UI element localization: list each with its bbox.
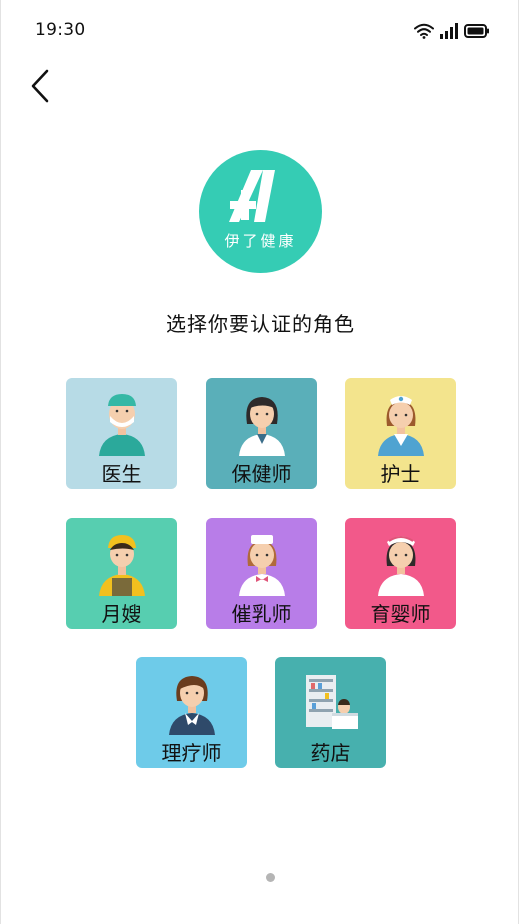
- role-label: 保健师: [231, 462, 292, 486]
- childcare-icon: [378, 536, 424, 596]
- maternity-nanny-icon: [99, 535, 145, 596]
- role-tile-doctor[interactable]: 医生: [66, 378, 177, 489]
- lactation-consultant-icon: [239, 535, 285, 596]
- role-tile-nurse[interactable]: 护士: [345, 378, 456, 489]
- health-advisor-icon: [239, 397, 285, 456]
- doctor-icon: [99, 394, 145, 456]
- role-tile-childcare[interactable]: 育婴师: [345, 518, 456, 629]
- battery-icon: [464, 24, 489, 38]
- logo-text: 伊了健康: [224, 232, 297, 250]
- role-tile-maternity-nanny[interactable]: 月嫂: [66, 518, 177, 629]
- chevron-left-icon: [31, 69, 49, 103]
- pharmacy-icon: [306, 675, 358, 729]
- status-time: 19:30: [35, 20, 86, 40]
- role-tile-pharmacy[interactable]: 药店: [275, 657, 386, 768]
- app-screen: 19:30 伊了健康 选择你要认证的角色 医生 保健师 护士 月嫂 催乳师 育婴…: [0, 0, 519, 924]
- role-tile-lactation-consultant[interactable]: 催乳师: [206, 518, 317, 629]
- logo-mark-icon: [229, 170, 275, 222]
- wifi-icon: [414, 23, 434, 39]
- role-label: 催乳师: [231, 602, 292, 626]
- role-label: 理疗师: [161, 741, 222, 765]
- signal-icon: [440, 23, 458, 39]
- role-label: 育婴师: [370, 602, 431, 626]
- role-label: 护士: [380, 462, 421, 486]
- back-button[interactable]: [23, 66, 59, 106]
- role-tile-health-advisor[interactable]: 保健师: [206, 378, 317, 489]
- app-logo: 伊了健康: [199, 150, 322, 273]
- page-subtitle: 选择你要认证的角色: [166, 312, 355, 336]
- physiotherapist-icon: [169, 676, 215, 735]
- role-label: 医生: [101, 462, 142, 486]
- status-icons: [414, 20, 490, 42]
- role-label: 药店: [310, 741, 351, 765]
- role-tile-physiotherapist[interactable]: 理疗师: [136, 657, 247, 768]
- page-indicator-dot: [266, 873, 275, 882]
- status-bar: 19:30: [1, 0, 519, 60]
- role-label: 月嫂: [101, 602, 142, 626]
- nurse-icon: [378, 396, 424, 456]
